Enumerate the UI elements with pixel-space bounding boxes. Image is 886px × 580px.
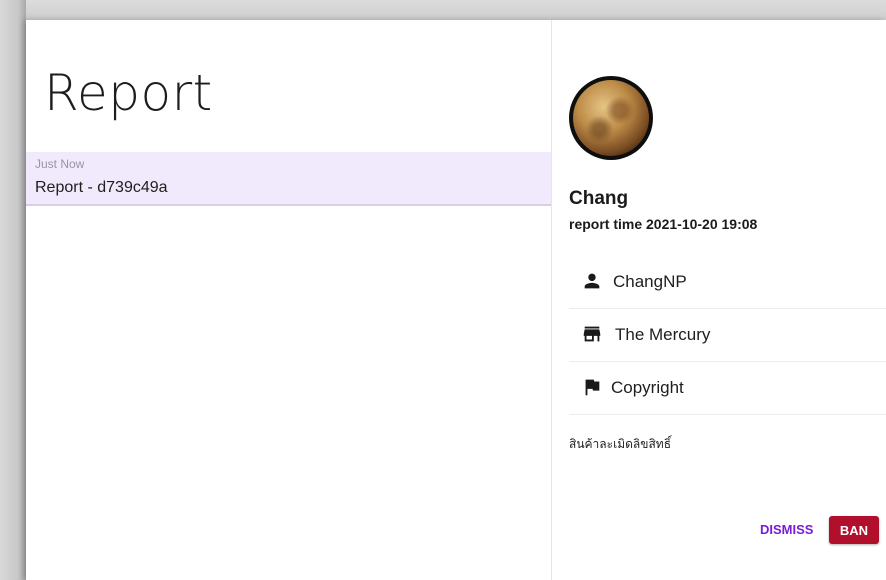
info-row-store: The Mercury — [569, 309, 886, 362]
report-time-label: Just Now — [35, 157, 85, 171]
username-label: ChangNP — [613, 272, 687, 291]
page-title: Report — [44, 64, 213, 122]
report-description: สินค้าละเมิดลิขสิทธิ์ — [569, 437, 672, 451]
info-row-reason: Copyright — [569, 362, 886, 415]
report-list-pane: Report Just Now Report - d739c49a — [26, 20, 552, 580]
avatar-image — [573, 80, 649, 156]
store-label: The Mercury — [615, 325, 711, 344]
screenshot-frame-top — [0, 0, 886, 20]
avatar — [569, 76, 653, 160]
reported-user-name: Chang — [569, 188, 629, 209]
flag-icon — [585, 379, 600, 396]
report-list-item[interactable]: Just Now Report - d739c49a — [26, 152, 551, 206]
report-name-label: Report - d739c49a — [35, 179, 168, 196]
person-icon — [584, 273, 600, 289]
ban-button[interactable]: BAN — [829, 516, 879, 544]
reason-label: Copyright — [611, 378, 684, 397]
report-time-meta: report time 2021-10-20 19:08 — [569, 216, 758, 232]
dismiss-button[interactable]: DISMISS — [752, 516, 821, 544]
info-row-username: ChangNP — [569, 256, 886, 309]
store-icon — [583, 326, 601, 342]
screenshot-frame-left — [0, 0, 26, 580]
app-window: Report Just Now Report - d739c49a Chang … — [26, 20, 886, 580]
report-detail-pane: Chang report time 2021-10-20 19:08 Chang… — [552, 20, 886, 580]
